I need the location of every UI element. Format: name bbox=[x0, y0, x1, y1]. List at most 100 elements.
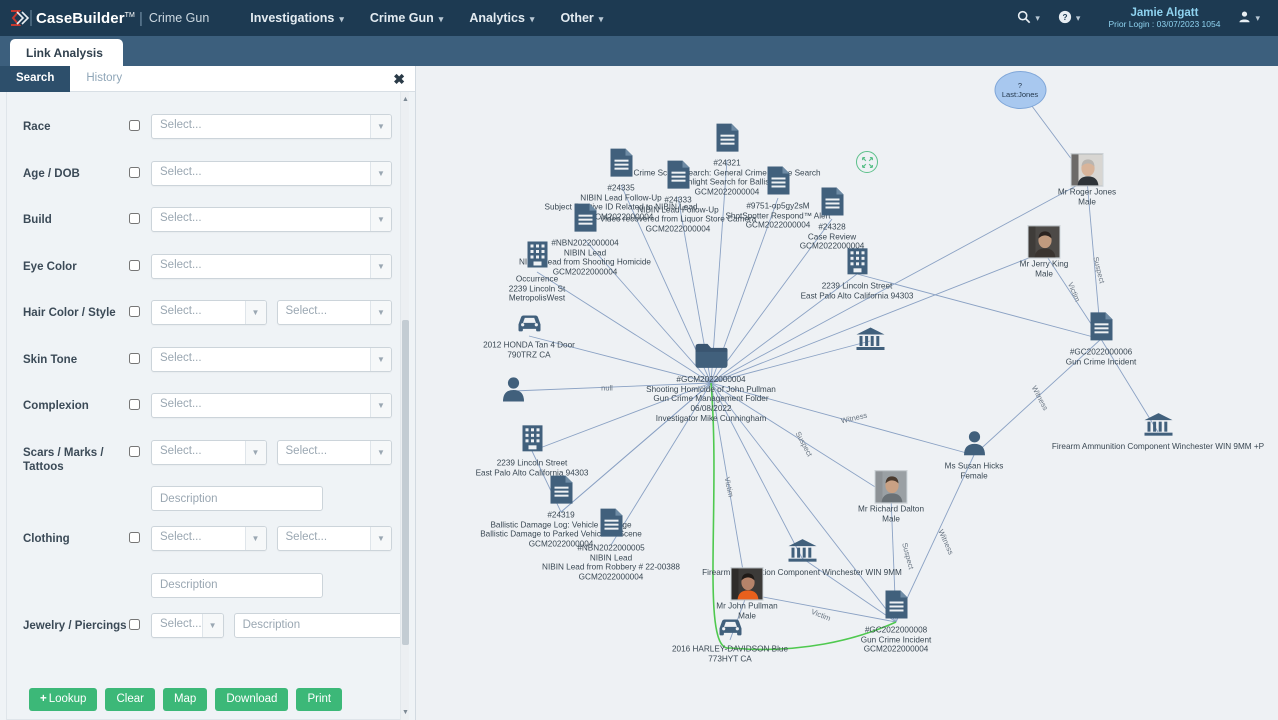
graph-node-doc_nbn_4[interactable]: #NBN2022000004 NIBIN Lead NIBIN Lead from … bbox=[519, 203, 651, 278]
tab-strip: Link Analysis bbox=[0, 36, 1278, 66]
search-button[interactable]: ▾ bbox=[1009, 6, 1048, 31]
field-controls bbox=[151, 565, 392, 605]
chevron-down-icon[interactable]: ▼ bbox=[244, 527, 266, 550]
chevron-down-icon[interactable]: ▼ bbox=[370, 161, 391, 185]
scars-description-input[interactable] bbox=[151, 486, 323, 511]
field-checkbox-wrap bbox=[129, 518, 151, 548]
graph-node-gcm_folder[interactable]: #GCM2022000004 Shooting Homicide of John … bbox=[646, 343, 776, 423]
select-eye-color[interactable]: Select... ▼ bbox=[151, 253, 392, 279]
node-photo bbox=[1027, 225, 1061, 259]
field-label: Build bbox=[23, 214, 52, 226]
expand-arrows-icon[interactable] bbox=[856, 151, 878, 173]
help-button[interactable]: ? ▾ bbox=[1050, 6, 1089, 31]
chevron-down-icon[interactable]: ▼ bbox=[244, 301, 266, 324]
select-clothing-type[interactable]: Select... ▼ bbox=[151, 526, 267, 551]
jewelry-description-input[interactable] bbox=[233, 612, 406, 638]
chevron-down-icon[interactable]: ▼ bbox=[370, 254, 391, 278]
checkbox-complexion[interactable] bbox=[129, 399, 140, 410]
graph-node-jerry_king[interactable]: Mr Jerry King Male bbox=[1020, 225, 1068, 278]
download-button[interactable]: Download bbox=[215, 687, 289, 711]
chevron-down-icon[interactable]: ▼ bbox=[370, 527, 391, 550]
chevron-down-icon[interactable]: ▼ bbox=[370, 115, 391, 138]
print-button[interactable]: Print bbox=[296, 687, 343, 711]
user-menu-button[interactable]: ▾ bbox=[1230, 6, 1268, 30]
graph-node-bank_bottom[interactable]: Firearm Ammunition Component Winchester … bbox=[702, 538, 902, 578]
brand-module-label: Crime Gun bbox=[148, 11, 210, 25]
close-icon[interactable]: ✖ bbox=[393, 72, 405, 86]
checkbox-age-dob[interactable] bbox=[129, 166, 140, 178]
graph-node-bldg_lincoln_top[interactable]: 2239 Lincoln Street East Palo Alto Califo… bbox=[801, 247, 913, 300]
tab-link-analysis[interactable]: Link Analysis bbox=[10, 39, 123, 66]
chevron-down-icon[interactable]: ▼ bbox=[201, 613, 223, 637]
graph-node-last_jones[interactable]: ? Last:Jones bbox=[994, 71, 1046, 109]
clothing-description-input[interactable] bbox=[151, 572, 323, 598]
nav-item-investigations[interactable]: Investigations ▾ bbox=[237, 5, 357, 31]
select-clothing-color[interactable]: Select... ▼ bbox=[276, 526, 392, 551]
checkbox-clothing[interactable] bbox=[129, 532, 140, 543]
checkbox-skin-tone[interactable] bbox=[129, 352, 140, 364]
panel-tab-search[interactable]: Search bbox=[0, 65, 71, 92]
checkbox-scars-marks-tattoos[interactable] bbox=[129, 445, 140, 457]
graph-node-doc_24319[interactable]: #24319 Ballistic Damage Log: Vehicle Dama… bbox=[480, 475, 642, 550]
chevron-down-icon[interactable]: ▼ bbox=[370, 208, 391, 231]
link-analysis-graph[interactable]: ? Last:Jones Mr Roger Jones Male Mr Jerry … bbox=[416, 66, 1278, 720]
select-skin-tone[interactable]: Select... ▼ bbox=[151, 346, 392, 372]
select-age-dob[interactable]: Select... ▼ bbox=[151, 160, 392, 186]
select-scars-location[interactable]: Select... ▼ bbox=[276, 439, 392, 465]
scroll-down-icon[interactable]: ▼ bbox=[401, 707, 410, 718]
graph-node-honda[interactable]: 2012 HONDA Tan 4 Door 790TRZ CA bbox=[483, 312, 575, 359]
scrollbar-thumb[interactable] bbox=[402, 320, 409, 645]
chevron-down-icon[interactable]: ▼ bbox=[244, 440, 266, 464]
graph-node-john_pullman[interactable]: Mr John Pullman Male bbox=[716, 567, 778, 620]
chevron-down-icon[interactable]: ▼ bbox=[370, 301, 391, 324]
chevron-down-icon[interactable]: ▼ bbox=[370, 347, 391, 371]
node-car-icon bbox=[514, 312, 544, 339]
node-label: Occurrence 2239 Lincoln St MetropolisWest bbox=[509, 274, 565, 303]
select-build[interactable]: Select... ▼ bbox=[151, 207, 392, 232]
graph-node-bank_center[interactable] bbox=[856, 327, 884, 356]
chevron-down-icon[interactable]: ▼ bbox=[370, 440, 391, 464]
brand-separator: | bbox=[138, 9, 143, 27]
scroll-up-icon[interactable]: ▲ bbox=[401, 94, 410, 105]
graph-node-person_null[interactable] bbox=[502, 376, 524, 407]
graph-node-doc_24328[interactable]: #24328 Case Review GCM2022000004 bbox=[800, 186, 864, 251]
checkbox-hair-color-style[interactable] bbox=[129, 306, 140, 317]
select-scars-type[interactable]: Select... ▼ bbox=[151, 439, 267, 465]
select-race[interactable]: Select... ▼ bbox=[151, 114, 392, 139]
panel-tab-history[interactable]: History bbox=[70, 66, 138, 92]
search-panel-scrollbar[interactable]: ▲ ▼ bbox=[400, 92, 409, 720]
main-menu: Investigations ▾ Crime Gun ▾ Analytics ▾ Ot… bbox=[237, 5, 616, 31]
graph-node-doc_24333[interactable]: #24333 NIBIN Lead Follow-Up Video recovere… bbox=[600, 160, 756, 235]
checkbox-build[interactable] bbox=[129, 213, 140, 224]
graph-node-doc_24321[interactable]: #24321 Crime Scene Search: General Crime … bbox=[633, 123, 821, 198]
nav-item-crime-gun[interactable]: Crime Gun ▾ bbox=[357, 5, 456, 31]
checkbox-jewelry-piercings[interactable] bbox=[129, 618, 140, 630]
nav-item-analytics[interactable]: Analytics ▾ bbox=[456, 5, 547, 31]
select-complexion[interactable]: Select... ▼ bbox=[151, 393, 392, 418]
nav-item-other[interactable]: Other ▾ bbox=[547, 5, 616, 31]
chevron-down-icon[interactable]: ▼ bbox=[370, 394, 391, 417]
select-jewelry-type[interactable]: Select... ▼ bbox=[151, 612, 224, 638]
checkbox-eye-color[interactable] bbox=[129, 259, 140, 271]
graph-node-harley[interactable]: 2016 HARLEY-DAVIDSON Blue 773HYT CA bbox=[672, 616, 788, 663]
lookup-button[interactable]: + Lookup bbox=[29, 687, 98, 711]
graph-node-bldg_metropolis[interactable]: Occurrence 2239 Lincoln St MetropolisWest bbox=[509, 240, 565, 303]
user-info[interactable]: Jamie Algatt Prior Login : 03/07/2023 10… bbox=[1108, 7, 1220, 30]
node-person-icon bbox=[961, 429, 987, 460]
graph-node-susan_hicks[interactable]: Ms Susan Hicks Female bbox=[945, 429, 1003, 480]
graph-node-doc_gc_006[interactable]: #GC2022000006 Gun Crime Incident bbox=[1066, 311, 1136, 366]
select-hair-style[interactable]: Select... ▼ bbox=[276, 300, 392, 325]
select-hair-color[interactable]: Select... ▼ bbox=[151, 300, 267, 325]
user-name: Jamie Algatt bbox=[1130, 6, 1199, 19]
graph-node-doc_nbn_5[interactable]: #NBN2022000005 NIBIN Lead NIBIN Lead from … bbox=[542, 508, 680, 583]
map-button[interactable]: Map bbox=[162, 687, 208, 711]
graph-node-doc_9751[interactable]: #9751-op5gy2sM ShotSpotter Respond™ Alert… bbox=[725, 165, 831, 230]
clear-button[interactable]: Clear bbox=[105, 687, 155, 711]
node-label-line: Gun Crime Management Folder bbox=[653, 394, 769, 404]
graph-node-richard_dalton[interactable]: Mr Richard Dalton Male bbox=[858, 470, 924, 523]
graph-node-bank_right[interactable]: Firearm Ammunition Component Winchester … bbox=[1052, 412, 1264, 452]
graph-node-doc_gc_008[interactable]: #GC2022000008 Gun Crime Incident GCM202200… bbox=[861, 589, 931, 654]
checkbox-race[interactable] bbox=[129, 120, 140, 131]
graph-node-roger_jones[interactable]: Mr Roger Jones Male bbox=[1058, 153, 1116, 206]
graph-node-bldg_lincoln_left[interactable]: 2239 Lincoln Street East Palo Alto Califo… bbox=[476, 424, 588, 477]
